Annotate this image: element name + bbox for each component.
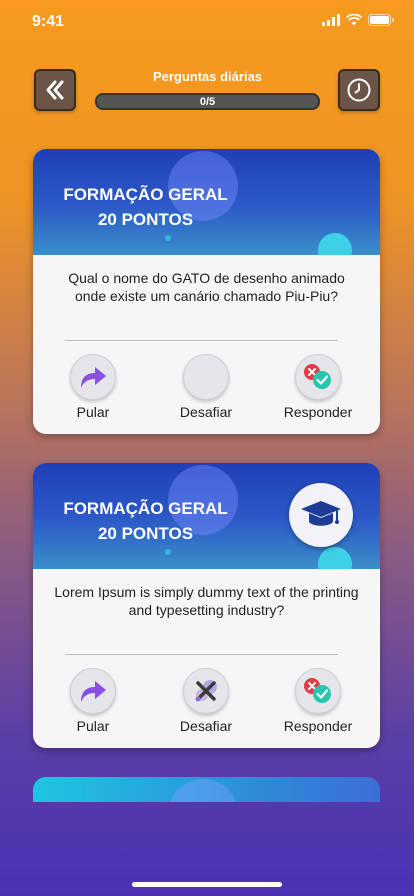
status-time: 9:41 [32,13,65,30]
skip-label: Pular [76,718,110,734]
answer-label: Responder [283,404,353,420]
header: Perguntas diárias 0/5 [0,60,414,120]
skip-button[interactable]: Pular [48,354,138,420]
question-text: Qual o nome do GATO de desenho animado o… [68,270,345,304]
decor-bubble [168,779,238,802]
page-title: Perguntas diárias [152,69,263,84]
status-icons [322,14,394,26]
card-category: FORMAÇÃO GERAL [63,185,228,204]
answer-button[interactable]: Responder [273,354,363,420]
answer-label: Responder [283,718,353,734]
challenge-circle[interactable] [183,668,229,714]
wifi-icon [346,14,362,26]
graduation-cap-icon [301,501,341,526]
badge [289,483,353,547]
back-button[interactable] [34,69,76,111]
answer-button[interactable]: Responder [273,668,363,734]
question-card: FORMAÇÃO GERAL 20 PONTOS Lorem Ipsum is … [33,463,380,748]
wrong-right-icon [304,364,331,389]
card-category: FORMAÇÃO GERAL [63,499,228,518]
challenge-circle[interactable] [183,354,229,400]
divider [65,654,338,655]
skip-circle[interactable] [70,354,116,400]
answer-circle[interactable] [295,354,341,400]
wrong-right-icon [304,678,331,703]
daily-progress-bar: 0/5 [95,93,320,110]
skip-circle[interactable] [70,668,116,714]
card-points: 20 PONTOS [97,210,194,229]
progress-text: 0/5 [199,95,216,108]
status-bar: 9:41 [0,0,414,44]
home-indicator [132,882,282,887]
challenge-button[interactable]: Desafiar [161,354,251,420]
challenge-label: Desafiar [179,404,233,420]
curved-arrow-right-icon [81,367,106,388]
challenge-button[interactable]: Desafiar [161,668,251,734]
skip-label: Pular [76,404,110,420]
skip-button[interactable]: Pular [48,668,138,734]
decor-bubble [165,549,171,555]
divider [65,340,338,341]
decor-bubble [318,547,352,569]
timer-button[interactable] [338,69,380,111]
decor-bubble [318,233,352,255]
card-banner: FORMAÇÃO GERAL 20 PONTOS [33,463,380,569]
card-points: 20 PONTOS [97,524,194,543]
card-banner: FORMAÇÃO GERAL 20 PONTOS [33,149,380,255]
card-actions: Pular Desafiar Responder [33,354,380,429]
challenge-label: Desafiar [179,718,233,734]
double-chevron-left-icon [46,80,64,100]
question-card: FORMAÇÃO GERAL 20 PONTOS Qual o nome do … [33,149,380,434]
curved-arrow-right-icon [81,681,106,702]
clock-icon [347,78,371,102]
answer-circle[interactable] [295,668,341,714]
crossed-swords-icon [195,680,217,702]
card-actions: Pular Desafiar Responder [33,668,380,743]
question-text: Lorem Ipsum is simply dummy text of the … [54,584,359,618]
signal-icon [322,14,340,26]
question-card-peek[interactable] [33,777,380,802]
battery-icon [368,14,394,26]
decor-bubble [165,235,171,241]
